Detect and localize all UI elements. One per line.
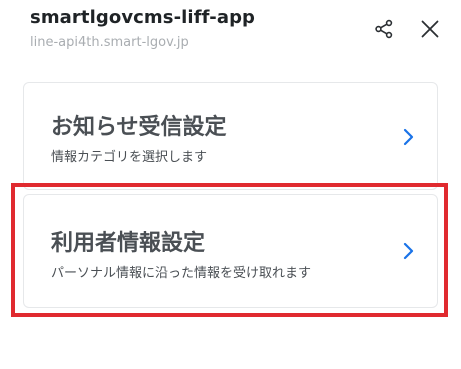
share-icon bbox=[375, 19, 393, 39]
card-title: お知らせ受信設定 bbox=[51, 115, 227, 140]
close-icon bbox=[421, 20, 439, 38]
chevron-right-icon bbox=[403, 128, 414, 146]
close-button[interactable] bbox=[415, 14, 445, 44]
card-subtitle: 情報カテゴリを選択します bbox=[51, 150, 208, 165]
chevron-right-icon bbox=[403, 242, 414, 260]
user-info-settings-card[interactable]: 利用者情報設定 パーソナル情報に沿った情報を受け取れます bbox=[23, 194, 438, 308]
card-title: 利用者情報設定 bbox=[51, 231, 206, 256]
notification-settings-card[interactable]: お知らせ受信設定 情報カテゴリを選択します bbox=[23, 82, 438, 190]
app-url: line-api4th.smart-lgov.jp bbox=[30, 35, 189, 50]
share-button[interactable] bbox=[369, 14, 399, 44]
app-header: smartlgovcms-liff-app line-api4th.smart-… bbox=[0, 0, 461, 64]
card-subtitle: パーソナル情報に沿った情報を受け取れます bbox=[51, 266, 312, 281]
app-title: smartlgovcms-liff-app bbox=[30, 7, 256, 28]
